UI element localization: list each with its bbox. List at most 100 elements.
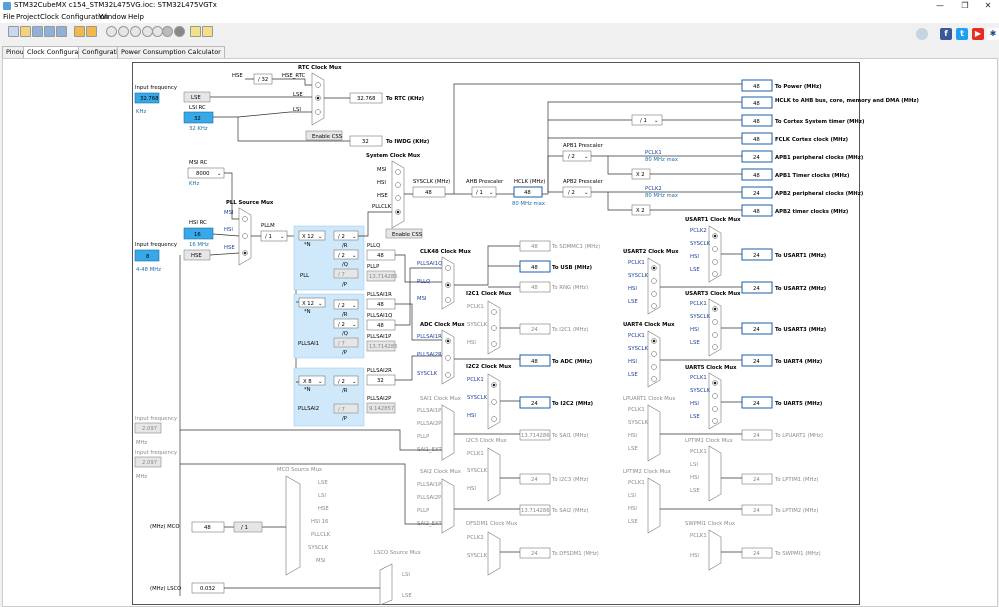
iwdg-output-label: To IWDG (KHz) — [386, 139, 429, 145]
pllsai1-r-chevron-icon[interactable]: ⌄ — [352, 303, 356, 309]
pll-src-msi-radio[interactable] — [242, 216, 248, 222]
adc-pllsai2r-radio[interactable] — [445, 355, 451, 361]
pllsai1-p-sublabel: /P — [342, 350, 348, 356]
apb1-timer-value: 48 — [753, 173, 760, 179]
dfsdm-mux[interactable] — [487, 531, 501, 576]
clk48-pllsai1q-label: PLLSAI1Q — [417, 261, 442, 267]
pllm-chevron-down-icon[interactable]: ⌄ — [280, 234, 284, 240]
usart2-lse-radio[interactable] — [651, 303, 657, 309]
usart2-hsi-radio[interactable] — [651, 291, 657, 297]
lsco-source-mux[interactable] — [379, 563, 393, 605]
apb2-chevron-down-icon[interactable]: ⌄ — [584, 190, 588, 196]
hsi-rc-label: HSI RC — [189, 220, 207, 226]
clk48-pllsai1q-radio[interactable] — [445, 265, 451, 271]
usart1-sysclk-radio[interactable] — [712, 246, 718, 252]
pll-q-chevron-icon[interactable]: ⌄ — [352, 253, 356, 259]
pclk1-label: PCLK1 — [645, 150, 662, 156]
uart5-value: 24 — [753, 401, 760, 407]
swpmi-mux[interactable] — [708, 529, 722, 571]
power-value: 48 — [753, 84, 760, 90]
uart4-selected-dot — [652, 339, 656, 343]
mco-source-mux[interactable] — [285, 475, 301, 576]
i2c3-sysclk-label: SYSCLK — [467, 468, 488, 474]
pll-src-hsi-radio[interactable] — [242, 233, 248, 239]
lptim1-label: To LPTIM1 (MHz) — [774, 477, 818, 483]
hclk-label: HCLK (MHz) — [514, 179, 545, 185]
rtc-output-label: To RTC (KHz) — [386, 96, 424, 102]
usart3-lse-radio[interactable] — [712, 344, 718, 350]
pllsai2-n-value: X 8 — [303, 379, 312, 385]
rtc-mux-lsi-radio[interactable] — [315, 109, 321, 115]
sai1-mux-title: SAI1 Clock Mux — [420, 396, 461, 402]
i2c1-sysclk-radio[interactable] — [491, 325, 497, 331]
pllsai2-n-chevron-icon[interactable]: ⌄ — [318, 379, 322, 385]
usart3-sysclk-radio[interactable] — [712, 319, 718, 325]
system-clock-mux-title: System Clock Mux — [366, 153, 421, 159]
i2c1-pclk1-radio[interactable] — [491, 309, 497, 315]
pllsai1-n-chevron-icon[interactable]: ⌄ — [318, 301, 322, 307]
usart1-lse-radio[interactable] — [712, 271, 718, 277]
input-freq-lines — [179, 430, 296, 596]
usart1-lse-label: LSE — [690, 267, 700, 273]
pllsai1-label: PLLSAI1 — [298, 341, 319, 347]
apb2-timer-value: 48 — [753, 209, 760, 215]
pllsai1-n-sublabel: *N — [304, 309, 311, 315]
pllsai1-q-chevron-icon[interactable]: ⌄ — [352, 322, 356, 328]
sys-mux-msi-radio[interactable] — [395, 169, 401, 175]
pllsai2-p-value: / 7 — [338, 407, 345, 413]
pll-p-value: / 7 — [338, 272, 345, 278]
msi-chevron-down-icon[interactable]: ⌄ — [217, 171, 221, 177]
sys-mux-hse-radio[interactable] — [395, 195, 401, 201]
mco-hse-label: HSE — [318, 506, 329, 512]
sys-mux-msi-label: MSI — [377, 167, 387, 173]
pllsai2-r-chevron-icon[interactable]: ⌄ — [352, 379, 356, 385]
usart3-hsi-radio[interactable] — [712, 332, 718, 338]
sai1-label: To SAI1 (MHz) — [551, 433, 588, 439]
cortex-chevron-down-icon[interactable]: ⌄ — [654, 118, 658, 124]
uart5-lse-radio[interactable] — [712, 418, 718, 424]
sai2-mux[interactable] — [441, 478, 455, 534]
pllsai2-label: PLLSAI2 — [298, 406, 319, 412]
lptim1-pclk1-label: PCLK1 — [690, 449, 707, 455]
pllsai1p-value: 13.714286 — [369, 344, 398, 350]
usart2-selected-dot — [652, 266, 656, 270]
usb-label: To USB (MHz) — [552, 265, 592, 271]
uart4-lse-radio[interactable] — [651, 376, 657, 382]
i2c1-hsi-radio[interactable] — [491, 341, 497, 347]
mco-source-mux-title: MCO Source Mux — [277, 467, 322, 473]
usart3-pclk1-label: PCLK1 — [690, 301, 707, 307]
lsco-lsi-label: LSI — [402, 572, 410, 578]
i2c2-sysclk-radio[interactable] — [491, 399, 497, 405]
adc-sysclk-radio[interactable] — [445, 372, 451, 378]
pllm-out-line — [251, 235, 297, 382]
i2c3-mux[interactable] — [487, 447, 501, 502]
power-label: To Power (MHz) — [775, 84, 821, 90]
usart2-sysclk-radio[interactable] — [651, 278, 657, 284]
pllp-value: 13.714286 — [369, 274, 398, 280]
lptim1-mux[interactable] — [708, 445, 722, 502]
pllsai1-r-value: / 2 — [338, 303, 345, 309]
sdmmc-value: 48 — [531, 244, 538, 250]
lpuart1-mux[interactable] — [647, 404, 661, 462]
sai1-mux[interactable] — [441, 404, 455, 461]
uart4-hsi-radio[interactable] — [651, 364, 657, 370]
uart5-lse-label: LSE — [690, 414, 700, 420]
uart5-sysclk-radio[interactable] — [712, 393, 718, 399]
usart3-hsi-label: HSI — [690, 327, 699, 333]
pll-n-chevron-icon[interactable]: ⌄ — [318, 234, 322, 240]
rtc-mux-hse-radio[interactable] — [315, 82, 321, 88]
uart5-hsi-radio[interactable] — [712, 406, 718, 412]
apb1-chevron-down-icon[interactable]: ⌄ — [584, 154, 588, 160]
apb1-prescaler-value: / 2 — [568, 154, 575, 160]
lse-label: LSE — [191, 95, 201, 101]
uart4-sysclk-radio[interactable] — [651, 351, 657, 357]
ahb-chevron-down-icon[interactable]: ⌄ — [489, 190, 493, 196]
lptim2-mux[interactable] — [647, 477, 661, 534]
sys-mux-hsi-radio[interactable] — [395, 182, 401, 188]
mco-divider-select[interactable] — [233, 521, 263, 533]
pll-r-chevron-icon[interactable]: ⌄ — [352, 234, 356, 240]
i2c2-hsi-radio[interactable] — [491, 416, 497, 422]
clk48-msi-radio[interactable] — [445, 297, 451, 303]
usart1-hsi-radio[interactable] — [712, 259, 718, 265]
usart2-hsi-label: HSI — [628, 286, 637, 292]
